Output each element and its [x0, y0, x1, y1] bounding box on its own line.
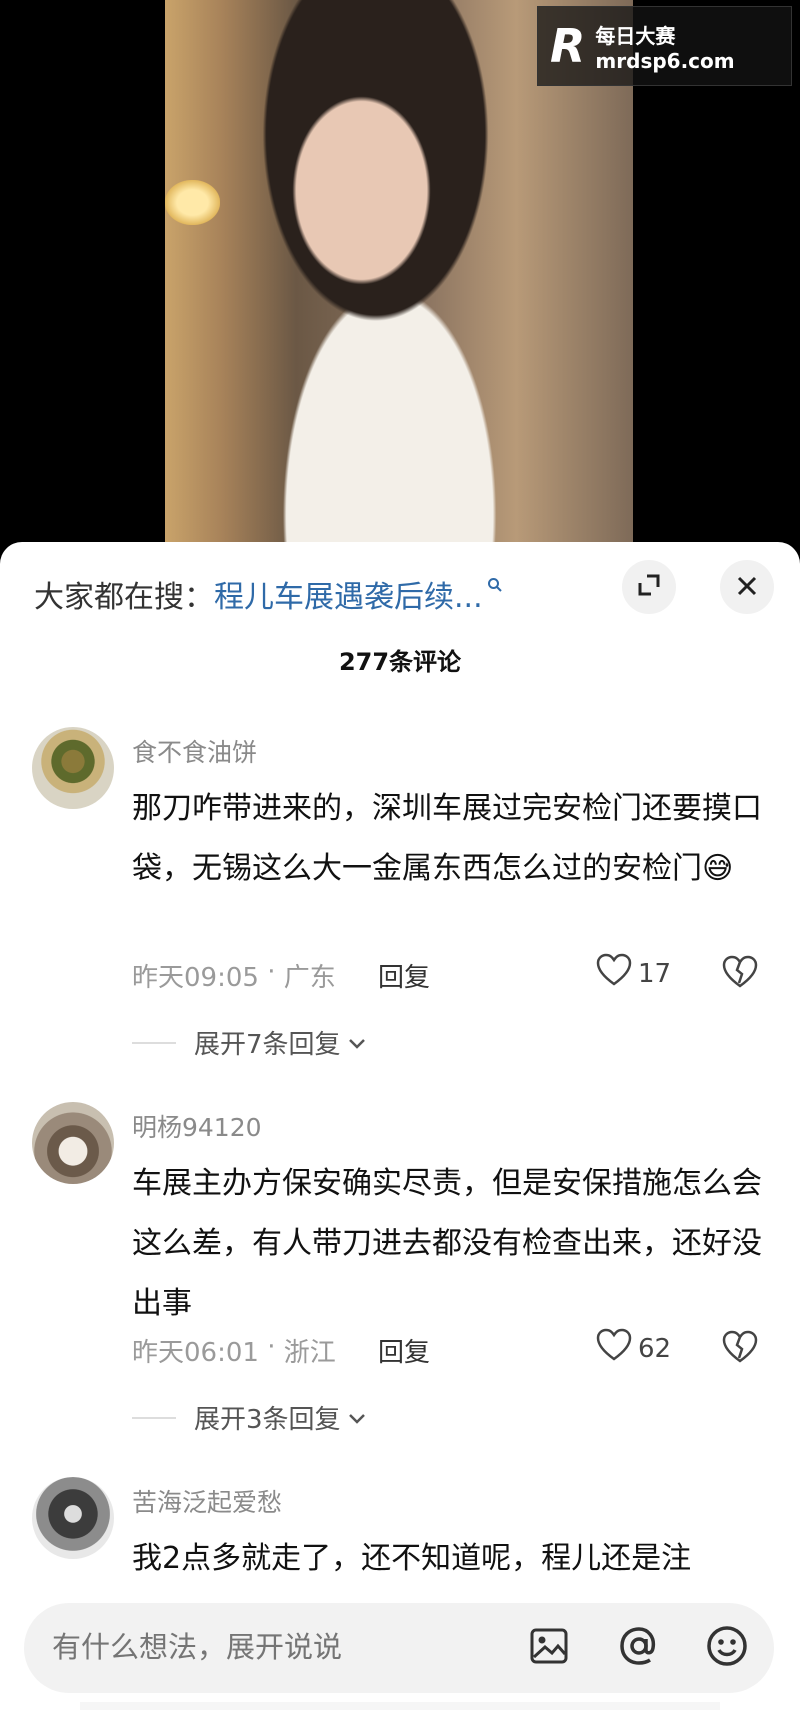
comment-count: 277条评论 — [338, 648, 462, 676]
comment-username[interactable]: 食不食油饼 — [132, 733, 257, 769]
image-icon — [529, 1627, 569, 1669]
avatar[interactable] — [32, 1477, 114, 1559]
like-count: 62 — [638, 1333, 672, 1364]
watermark-logo: R — [550, 19, 586, 73]
reply-button[interactable]: 回复 — [378, 1332, 430, 1369]
comment-item: 明杨94120 车展主办方保安确实尽责，但是安保措施怎么会这么差，有人带刀进去都… — [0, 1102, 800, 1452]
comment-location: 广东 — [283, 963, 336, 993]
close-button[interactable] — [720, 560, 774, 614]
avatar[interactable] — [32, 1102, 114, 1184]
chevron-down-icon — [347, 1028, 367, 1058]
bottom-divider — [80, 1702, 720, 1710]
emoji-icon — [705, 1624, 749, 1672]
video-lamp — [165, 180, 220, 225]
like-button[interactable]: 62 — [596, 1328, 671, 1369]
heart-icon — [596, 1328, 632, 1369]
reply-button[interactable]: 回复 — [378, 957, 430, 994]
magnifier-icon — [487, 577, 503, 598]
comment-location: 浙江 — [283, 1338, 336, 1368]
watermark: R 每日大赛 mrdsp6.com — [537, 6, 792, 86]
comments-panel: 大家都在搜： 程儿车展遇袭后续... 277条评论 食不食油饼 那刀咋带进来的，… — [0, 542, 800, 1710]
dislike-button[interactable] — [722, 955, 758, 993]
watermark-url: mrdsp6.com — [595, 48, 735, 73]
broken-heart-icon — [722, 955, 758, 993]
broken-heart-icon — [722, 1330, 758, 1368]
comment-text: 那刀咋带进来的，深圳车展过完安检门还要摸口袋，无锡这么大一金属东西怎么过的安检门… — [132, 791, 762, 886]
like-button[interactable]: 17 — [596, 953, 671, 994]
close-icon — [736, 571, 758, 604]
at-icon — [617, 1624, 661, 1672]
heart-icon — [596, 953, 632, 994]
comment-input-bar — [24, 1603, 774, 1693]
comment-username[interactable]: 苦海泛起爱愁 — [132, 1483, 282, 1519]
video-player[interactable]: R 每日大赛 mrdsp6.com — [0, 0, 800, 560]
like-count: 17 — [638, 958, 672, 989]
search-prefix: 大家都在搜： — [34, 580, 214, 615]
emoji-button[interactable] — [704, 1625, 750, 1671]
expand-button[interactable] — [622, 560, 676, 614]
expand-replies-label: 展开7条回复 — [194, 1030, 341, 1060]
expand-replies[interactable]: 展开3条回复 — [132, 1399, 367, 1436]
search-suggestion-link[interactable]: 程儿车展遇袭后续... — [214, 572, 483, 616]
comment-time: 昨天06:01 — [132, 1338, 259, 1368]
comment-text: 我2点多就走了，还不知道呢，程儿还是注 — [132, 1541, 692, 1576]
expand-replies[interactable]: 展开7条回复 — [132, 1024, 367, 1061]
expand-icon — [636, 572, 662, 602]
watermark-title: 每日大赛 — [595, 23, 676, 48]
image-button[interactable] — [526, 1625, 572, 1671]
comment-input[interactable] — [52, 1631, 472, 1665]
mention-button[interactable] — [616, 1625, 662, 1671]
comment-item: 苦海泛起爱愁 我2点多就走了，还不知道呢，程儿还是注 — [0, 1477, 800, 1597]
expand-replies-label: 展开3条回复 — [194, 1405, 341, 1435]
dislike-button[interactable] — [722, 1330, 758, 1368]
comment-item: 食不食油饼 那刀咋带进来的，深圳车展过完安检门还要摸口袋，无锡这么大一金属东西怎… — [0, 727, 800, 1077]
comment-meta: 昨天09:05 · 广东 — [132, 957, 336, 993]
comment-username[interactable]: 明杨94120 — [132, 1108, 262, 1144]
search-suggestion[interactable]: 大家都在搜： 程儿车展遇袭后续... — [34, 572, 503, 616]
comment-text: 车展主办方保安确实尽责，但是安保措施怎么会这么差，有人带刀进去都没有检查出来，还… — [132, 1166, 762, 1321]
comment-time: 昨天09:05 — [132, 963, 259, 993]
avatar[interactable] — [32, 727, 114, 809]
chevron-down-icon — [347, 1403, 367, 1433]
comment-meta: 昨天06:01 · 浙江 — [132, 1332, 336, 1368]
